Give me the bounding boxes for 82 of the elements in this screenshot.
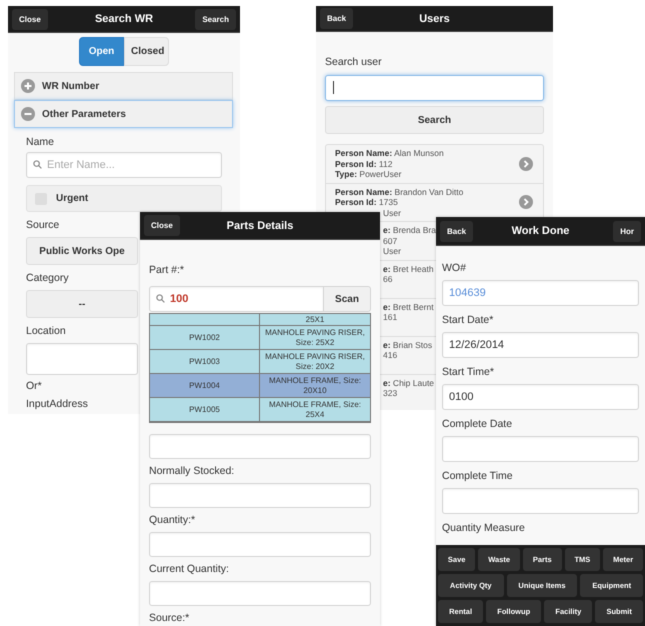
table-cell[interactable] [150, 314, 260, 326]
field-label: Normally Stocked: [149, 465, 234, 478]
user-detail: e: Brian Stos [383, 340, 432, 350]
user-detail: e: Brett Bernt [383, 302, 434, 312]
field-label: Complete Time [442, 470, 513, 483]
field-label: WO# [442, 262, 466, 275]
collapsible-header[interactable]: Other Parameters [14, 100, 233, 128]
user-detail: Person Name: Brandon Van Ditto [335, 186, 464, 197]
user-detail: e: Brenda Bra [383, 225, 436, 236]
user-detail: User [383, 246, 401, 256]
user-detail: Person Id: 1735 [335, 197, 398, 208]
table-cell[interactable]: PW1003 [150, 350, 260, 374]
field-label: Source [26, 219, 60, 232]
tab[interactable]: Open [79, 37, 124, 66]
input-field[interactable]: 12/26/2014 [442, 332, 639, 358]
input-field[interactable]: 0100 [442, 384, 639, 410]
input-field[interactable] [442, 488, 639, 514]
user-detail: 66 [383, 274, 392, 284]
user-detail: User [383, 208, 401, 218]
user-detail: Person Id: 112 [335, 158, 392, 169]
chevron-right-icon[interactable] [519, 195, 533, 210]
user-detail: 323 [383, 388, 398, 398]
user-detail: 607 [383, 236, 398, 246]
table-cell[interactable]: MANHOLE PAVING RISER, Size: 25X2 [260, 326, 370, 350]
search-icon [156, 294, 165, 303]
field-label: Quantity Measure [442, 522, 525, 535]
input-field[interactable] [26, 343, 138, 375]
field-label: Start Date* [442, 314, 494, 327]
table-cell[interactable]: PW1002 [150, 326, 260, 350]
user-detail: Person Name: Alan Munson [335, 148, 444, 158]
search-input[interactable] [325, 75, 544, 101]
part-search-field[interactable]: 100 [149, 286, 324, 312]
text-cursor [333, 81, 334, 94]
chevron-right-icon[interactable] [519, 156, 533, 171]
field-label: Part #:* [149, 264, 184, 277]
search-button[interactable]: Search [325, 106, 544, 134]
field-label: Or* [26, 380, 42, 393]
table-cell[interactable]: MANHOLE PAVING RISER, Size: 20X2 [260, 350, 370, 374]
user-detail: e: Chip Laute [383, 378, 434, 388]
search-field[interactable]: Enter Name... [26, 152, 222, 178]
select-button[interactable]: Public Works Ope [26, 237, 138, 265]
screen-title: Users [419, 12, 450, 24]
checkbox-row[interactable]: Urgent [26, 185, 222, 212]
field-label: InputAddress [26, 398, 88, 411]
input-field[interactable] [149, 434, 371, 459]
table-cell[interactable]: MANHOLE FRAME, Size: 20X10 [260, 374, 370, 398]
collapsible-header[interactable]: WR Number [14, 72, 233, 100]
field-label: Current Quantity: [149, 563, 229, 576]
field-label: Source:* [149, 612, 190, 625]
field-label: Quantity:* [149, 514, 196, 527]
checkbox-label: Urgent [56, 193, 88, 204]
header-button[interactable]: Back [320, 8, 354, 29]
input-field[interactable] [149, 532, 371, 557]
screen-title: Search WR [94, 13, 154, 25]
header-button[interactable]: Close [144, 215, 180, 236]
header-button[interactable]: Back [440, 220, 474, 242]
user-detail: e: Bret Heath [383, 264, 434, 274]
select-button[interactable]: -- [26, 290, 138, 318]
field-label: Category [26, 272, 69, 285]
header-button[interactable]: Hor [613, 220, 641, 242]
input-field[interactable] [149, 581, 371, 606]
search-icon [33, 160, 42, 169]
table-cell[interactable]: PW1005 [150, 398, 260, 422]
field-label: Location [26, 325, 66, 338]
scan-button[interactable]: Scan [324, 286, 371, 312]
table-cell[interactable]: 25X1 [260, 314, 370, 326]
user-detail: 416 [383, 350, 398, 360]
input-field[interactable] [149, 483, 371, 508]
table-cell[interactable]: PW1004 [150, 374, 260, 398]
screen-title: Parts Details [226, 220, 294, 232]
field-label: Complete Date [442, 418, 512, 431]
input-field[interactable] [442, 436, 639, 462]
header-button[interactable]: Search [195, 8, 236, 30]
field-label: Start Time* [442, 366, 494, 379]
user-detail: Type: PowerUser [335, 169, 402, 180]
field-label: Search user [325, 56, 382, 69]
screen-title: Work Done [512, 225, 570, 237]
field-label: Name [26, 136, 54, 149]
user-detail: 161 [383, 312, 398, 322]
header-button[interactable]: Close [12, 8, 48, 30]
tab[interactable]: Closed [124, 37, 169, 66]
table-cell[interactable]: MANHOLE FRAME, Size: 25X4 [260, 398, 370, 422]
